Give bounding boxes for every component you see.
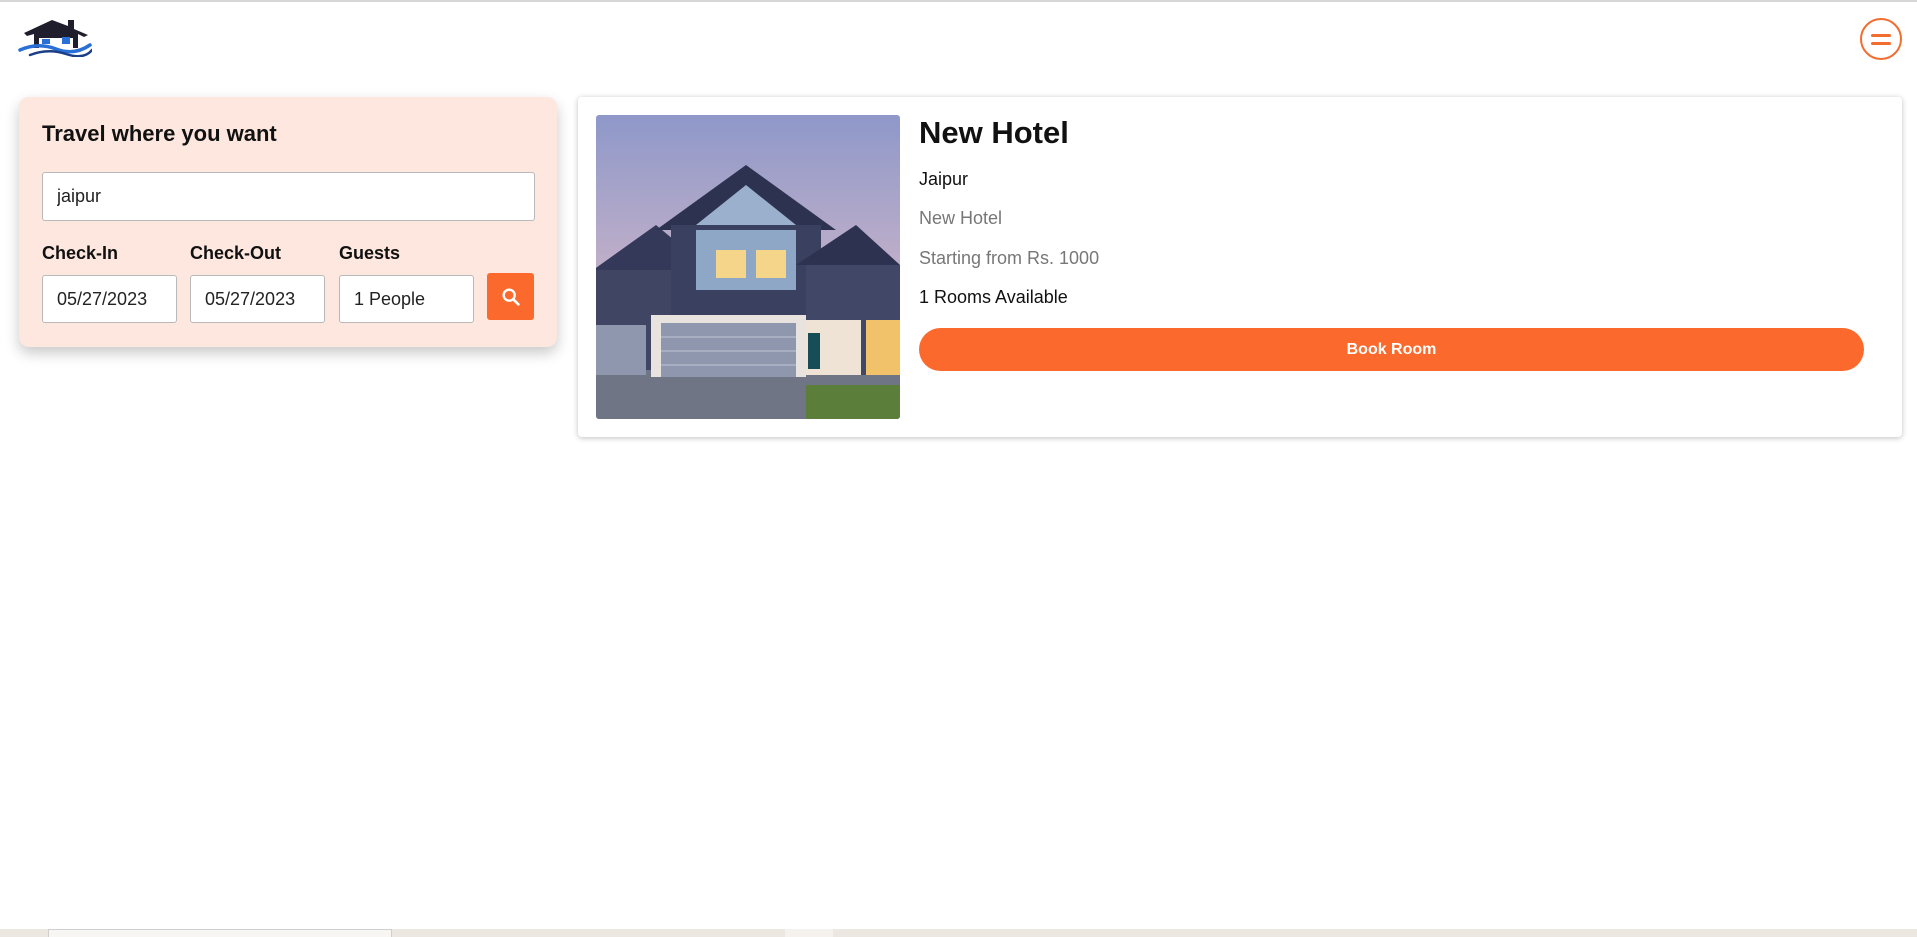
checkout-label: Check-Out — [190, 243, 282, 263]
hotel-name: New Hotel — [919, 115, 1069, 150]
search-icon — [501, 287, 520, 306]
menu-line-icon — [1871, 41, 1891, 45]
house-logo-icon[interactable] — [18, 17, 94, 58]
menu-line-icon — [1871, 33, 1891, 37]
location-input[interactable] — [42, 172, 535, 221]
checkout-date-input[interactable]: 05/27/2023 — [190, 275, 325, 323]
bottom-tab[interactable] — [48, 929, 392, 937]
book-room-button[interactable]: Book Room — [919, 328, 1864, 371]
checkin-label: Check-In — [42, 243, 119, 263]
hotel-image[interactable] — [596, 115, 900, 419]
hotel-description: New Hotel — [919, 208, 1003, 228]
rooms-available: 1 Rooms Available — [919, 287, 1068, 307]
site-header — [0, 2, 1917, 74]
guests-label: Guests — [339, 243, 401, 263]
search-button[interactable] — [487, 273, 534, 320]
hamburger-menu-button[interactable] — [1860, 18, 1902, 60]
hotel-price: Starting from Rs. 1000 — [919, 248, 1100, 268]
search-title: Travel where you want — [42, 121, 277, 146]
guests-input[interactable]: 1 People — [339, 275, 474, 323]
search-panel: Travel where you want Check-In Check-Out… — [19, 97, 557, 347]
bottom-marker — [785, 929, 833, 937]
checkin-date-input[interactable]: 05/27/2023 — [42, 275, 177, 323]
hotel-city: Jaipur — [919, 169, 969, 189]
hotel-result-card: New Hotel Jaipur New Hotel Starting from… — [578, 97, 1902, 437]
